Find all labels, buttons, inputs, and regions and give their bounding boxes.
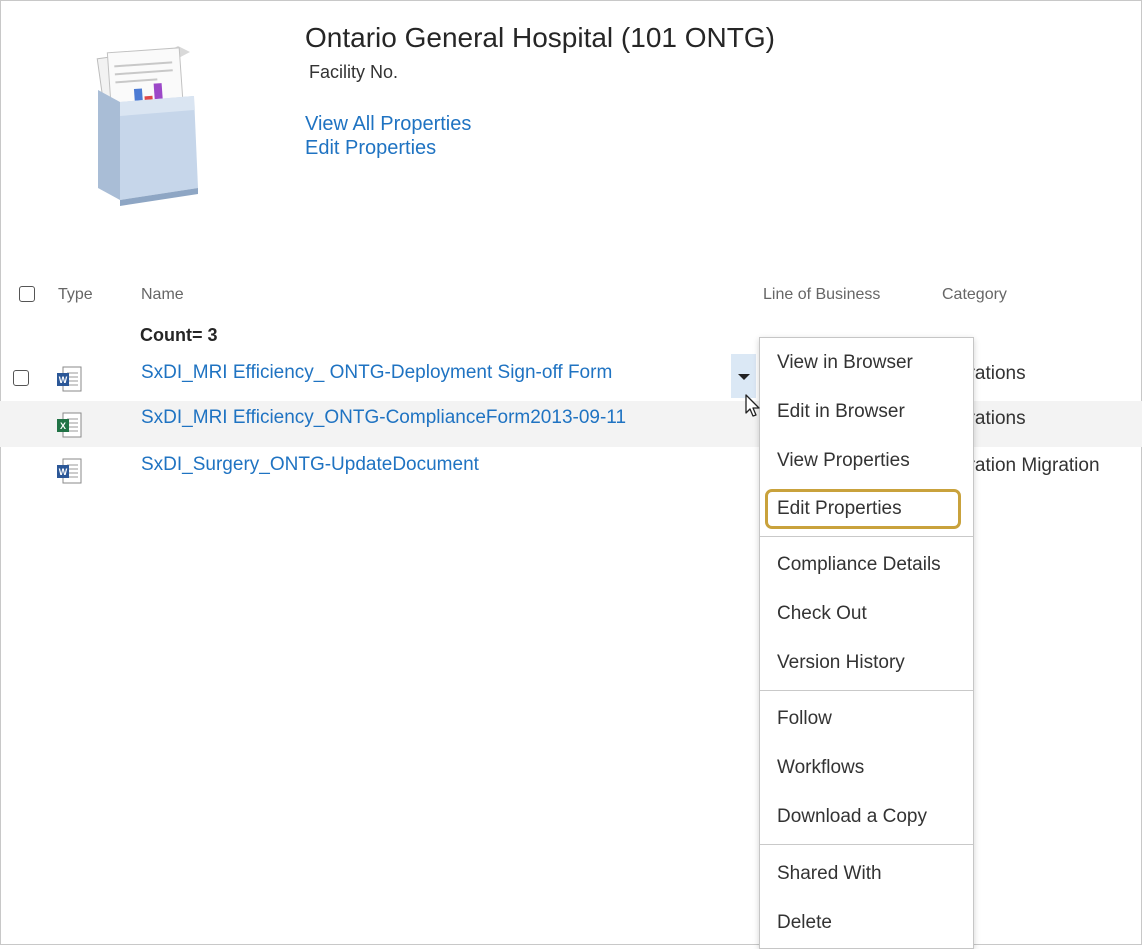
- edit-properties-link[interactable]: Edit Properties: [305, 137, 436, 160]
- page-subtitle: Facility No.: [309, 62, 399, 82]
- menu-item-compliance-details[interactable]: Compliance Details: [777, 554, 941, 576]
- column-header-category[interactable]: Category: [942, 286, 1007, 304]
- svg-text:X: X: [60, 421, 66, 431]
- menu-item-version-history[interactable]: Version History: [777, 652, 905, 674]
- column-header-line-of-business[interactable]: Line of Business: [763, 286, 880, 304]
- menu-item-check-out[interactable]: Check Out: [777, 603, 867, 625]
- item-count: Count= 3: [140, 325, 218, 345]
- menu-item-view-properties[interactable]: View Properties: [777, 450, 910, 472]
- column-header-type[interactable]: Type: [58, 286, 93, 304]
- menu-item-workflows[interactable]: Workflows: [777, 757, 864, 779]
- category-cell: gration Migration: [958, 455, 1100, 476]
- chevron-down-icon: [738, 374, 750, 380]
- excel-document-icon: X: [57, 412, 82, 438]
- file-name-link[interactable]: SxDI_MRI Efficiency_ONTG-ComplianceForm2…: [141, 407, 626, 429]
- menu-item-view-in-browser[interactable]: View in Browser: [777, 352, 913, 374]
- file-name-link[interactable]: SxDI_Surgery_ONTG-UpdateDocument: [141, 454, 479, 476]
- mouse-cursor-icon: [745, 394, 760, 417]
- item-menu-dropdown-button[interactable]: [731, 354, 756, 398]
- menu-divider: [760, 690, 973, 691]
- file-name-link[interactable]: SxDI_MRI Efficiency_ ONTG-Deployment Sig…: [141, 362, 612, 384]
- menu-item-follow[interactable]: Follow: [777, 708, 832, 730]
- view-all-properties-link[interactable]: View All Properties: [305, 113, 471, 136]
- svg-text:W: W: [59, 467, 68, 477]
- document-binder-icon: [96, 46, 198, 206]
- menu-item-delete[interactable]: Delete: [777, 912, 832, 934]
- select-all-checkbox[interactable]: [19, 286, 35, 302]
- menu-item-edit-properties[interactable]: Edit Properties: [777, 498, 902, 520]
- row-checkbox[interactable]: [13, 370, 29, 386]
- svg-text:W: W: [59, 375, 68, 385]
- column-header-name[interactable]: Name: [141, 286, 184, 304]
- word-document-icon: W: [57, 366, 82, 392]
- menu-divider: [760, 536, 973, 537]
- item-context-menu: View in Browser Edit in Browser View Pro…: [759, 337, 974, 949]
- menu-item-shared-with[interactable]: Shared With: [777, 863, 882, 885]
- menu-divider: [760, 844, 973, 845]
- menu-item-edit-in-browser[interactable]: Edit in Browser: [777, 401, 905, 423]
- word-document-icon: W: [57, 458, 82, 484]
- page-title: Ontario General Hospital (101 ONTG): [305, 22, 775, 53]
- menu-item-download-a-copy[interactable]: Download a Copy: [777, 806, 927, 828]
